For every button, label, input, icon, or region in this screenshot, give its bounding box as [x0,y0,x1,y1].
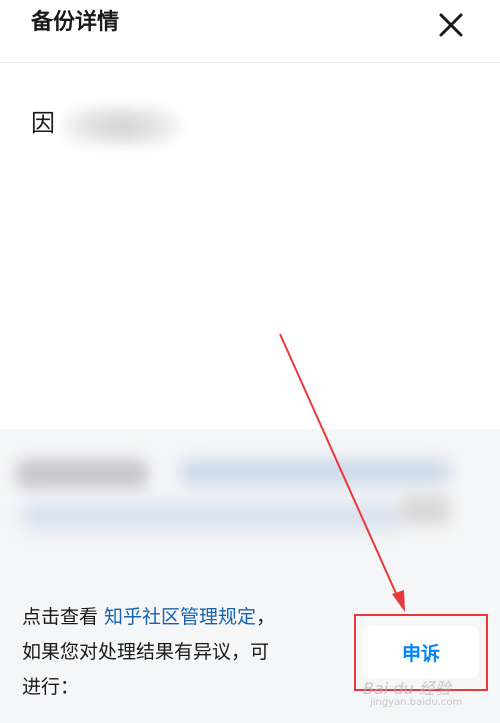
header-bar: 备份详情 [0,0,500,63]
reason-text: 因 [31,109,55,137]
close-icon[interactable] [436,10,466,40]
appeal-notice: 点击查看 知乎社区管理规定， 如果您对处理结果有异议，可 进行： [22,600,352,705]
blurred-text [400,495,450,525]
notice-line-3: 进行： [22,676,80,698]
watermark: Bai du 经验 [363,679,451,698]
appeal-button[interactable]: 申诉 [363,626,479,678]
detail-content: 因 [0,63,500,429]
blurred-reason-text [62,105,180,147]
watermark-url: jingyan.baidu.com [370,697,463,708]
notice-line-2: 如果您对处理结果有异议，可 [22,641,270,663]
blurred-link-text [180,459,450,485]
blurred-text [16,459,148,489]
blurred-link-text [22,503,402,529]
notice-prefix: 点击查看 [22,606,105,628]
page-title: 备份详情 [31,10,120,35]
notice-comma: ， [256,606,276,628]
community-rules-link[interactable]: 知乎社区管理规定 [104,606,256,628]
